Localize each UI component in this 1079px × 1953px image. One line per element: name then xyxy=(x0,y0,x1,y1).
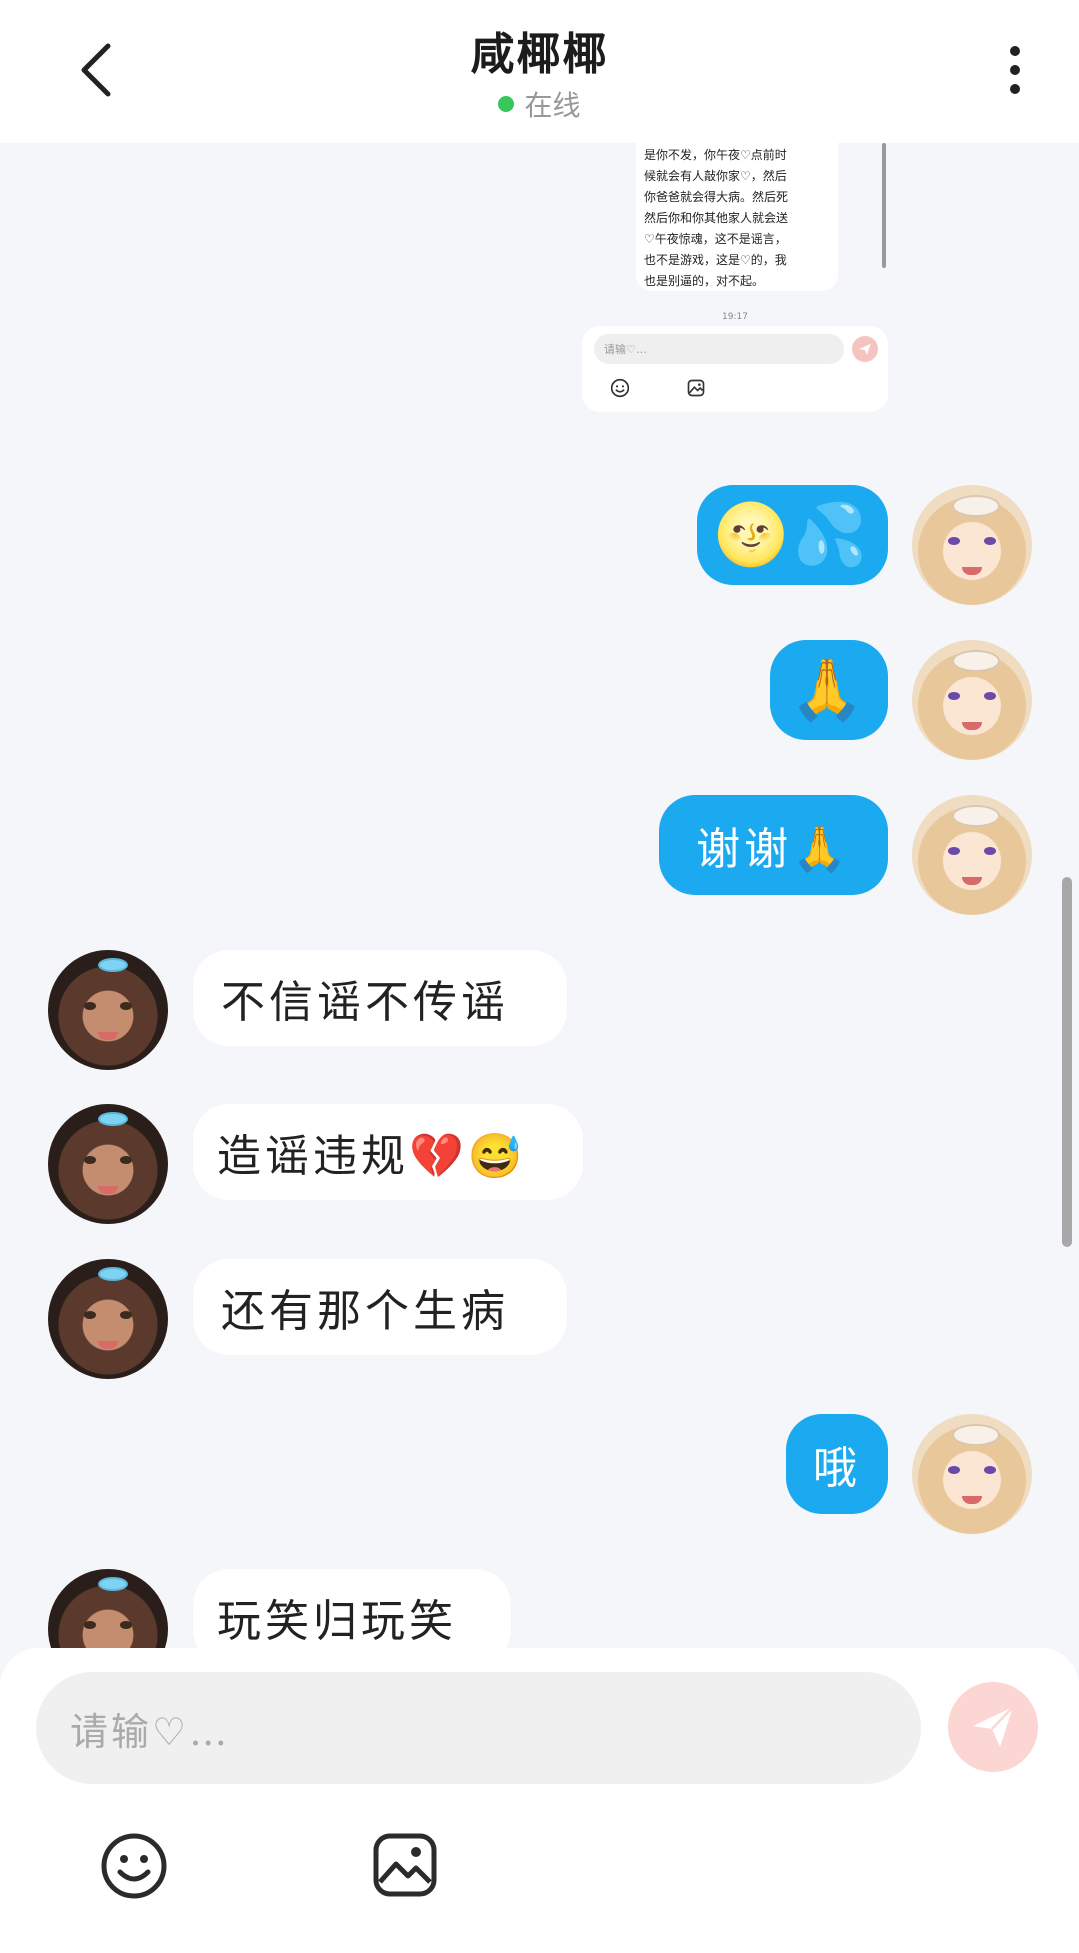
online-status: 在线 xyxy=(0,84,1079,124)
message-text: 不信谣不传谣 xyxy=(221,977,509,1028)
message-text: 🙏 xyxy=(789,655,869,725)
chat-scrollbar[interactable] xyxy=(1062,877,1072,1247)
message-bubble-me[interactable]: 🌝💦 xyxy=(697,485,888,585)
my-avatar[interactable] xyxy=(912,640,1032,760)
message-bubble-other[interactable]: 造谣违规💔😅 xyxy=(193,1104,583,1200)
screenshot-scrollbar xyxy=(882,143,886,268)
message-text: 玩笑归玩笑 xyxy=(217,1596,457,1647)
message-input-placeholder: 请输♡… xyxy=(70,1709,231,1754)
screenshot-line: 是你不发，你午夜♡点前时 xyxy=(644,148,787,162)
message-text: 造谣违规💔😅 xyxy=(217,1131,527,1182)
screenshot-line: 然后你和你其他家人就会送 xyxy=(644,211,789,225)
message-bubble-other[interactable]: 还有那个生病 xyxy=(193,1259,567,1355)
chat-header: 咸椰椰 在线 xyxy=(0,0,1079,143)
screenshot-line: 你爸爸就会得大病。然后死 xyxy=(644,190,789,204)
more-vertical-icon xyxy=(1010,46,1020,56)
message-text: 还有那个生病 xyxy=(221,1286,509,1337)
screenshot-line: 候就会有人敲你家♡，然后 xyxy=(644,169,787,183)
message-bubble-other[interactable]: 不信谣不传谣 xyxy=(193,950,567,1046)
screenshot-send-icon xyxy=(852,336,878,362)
screenshot-timestamp: 19:17 xyxy=(722,312,748,322)
message-text: 谢谢🙏 xyxy=(696,824,851,875)
status-text: 在线 xyxy=(524,89,581,122)
message-text: 哦 xyxy=(813,1443,861,1494)
more-options-button[interactable] xyxy=(1000,40,1030,100)
contact-avatar[interactable] xyxy=(48,1104,168,1224)
screenshot-input-bar: 请输♡… xyxy=(582,326,888,412)
screenshot-input-placeholder: 请输♡… xyxy=(594,334,844,364)
message-bubble-me[interactable]: 🙏 xyxy=(770,640,888,740)
my-avatar[interactable] xyxy=(912,1414,1032,1534)
chat-title: 咸椰椰 xyxy=(470,29,609,80)
image-button[interactable] xyxy=(372,1832,438,1898)
shared-screenshot-text[interactable]: 是你不发，你午夜♡点前时 候就会有人敲你家♡，然后 你爸爸就会得大病。然后死 然… xyxy=(636,143,838,291)
paper-plane-icon xyxy=(973,1706,1014,1747)
my-avatar[interactable] xyxy=(912,485,1032,605)
image-icon xyxy=(373,1833,437,1897)
screenshot-smiley-icon xyxy=(610,378,630,398)
screenshot-line: 也是别逼的，对不起。 xyxy=(644,274,765,288)
online-dot-icon xyxy=(498,96,515,112)
smiley-icon xyxy=(101,1833,167,1899)
screenshot-line: 也不是游戏，这是♡的，我 xyxy=(644,253,787,267)
screenshot-line: ♡午夜惊魂，这不是谣言， xyxy=(644,232,787,246)
emoji-button[interactable] xyxy=(100,1832,168,1900)
send-button[interactable] xyxy=(948,1682,1038,1772)
message-text: 🌝💦 xyxy=(713,500,872,570)
my-avatar[interactable] xyxy=(912,795,1032,915)
message-composer: 请输♡… xyxy=(0,1648,1079,1953)
message-input[interactable]: 请输♡… xyxy=(36,1672,921,1784)
contact-avatar[interactable] xyxy=(48,1259,168,1379)
screenshot-image-icon xyxy=(687,379,705,397)
message-bubble-me[interactable]: 哦 xyxy=(786,1414,888,1514)
contact-avatar[interactable] xyxy=(48,950,168,1070)
message-bubble-me[interactable]: 谢谢🙏 xyxy=(659,795,888,895)
